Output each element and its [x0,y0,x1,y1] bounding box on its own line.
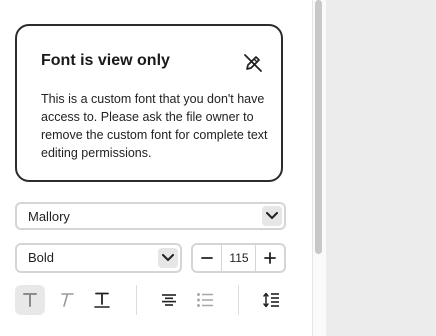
canvas-area[interactable] [326,0,436,336]
font-family-value: Mallory [28,209,70,224]
line-height-icon [263,292,279,308]
text-style-regular-button[interactable] [15,285,45,315]
chevron-down-icon [158,248,178,268]
font-size-stepper: 115 [191,243,286,273]
toolbar-divider [238,285,239,315]
bulleted-list-icon [197,293,213,307]
font-weight-select[interactable]: Bold [15,243,182,273]
notice-body: This is a custom font that you don't hav… [41,92,268,160]
text-properties-panel: Font is view only This is a custom font … [0,0,312,336]
pencil-slash-icon [243,53,263,73]
chevron-down-icon [262,206,282,226]
bulleted-list-button[interactable] [190,285,220,315]
text-style-italic-button[interactable] [51,285,81,315]
panel-scrollbar-thumb[interactable] [315,0,322,254]
line-height-button[interactable] [256,285,286,315]
text-style-italic-icon [61,293,74,307]
text-style-regular-icon [23,293,37,307]
plus-icon [264,252,276,264]
font-size-input[interactable]: 115 [222,245,256,271]
view-only-notice: Font is view only This is a custom font … [15,24,283,182]
text-style-underline-button[interactable] [87,285,117,315]
minus-icon [201,257,213,259]
text-style-underline-icon [94,292,110,308]
font-weight-value: Bold [28,250,55,265]
notice-title: Font is view only [41,52,170,69]
font-family-select[interactable]: Mallory [15,202,286,230]
toolbar-divider [136,285,137,315]
align-center-button[interactable] [154,285,184,315]
decrease-size-button[interactable] [193,245,222,271]
increase-size-button[interactable] [255,245,284,271]
align-center-icon [162,294,176,306]
